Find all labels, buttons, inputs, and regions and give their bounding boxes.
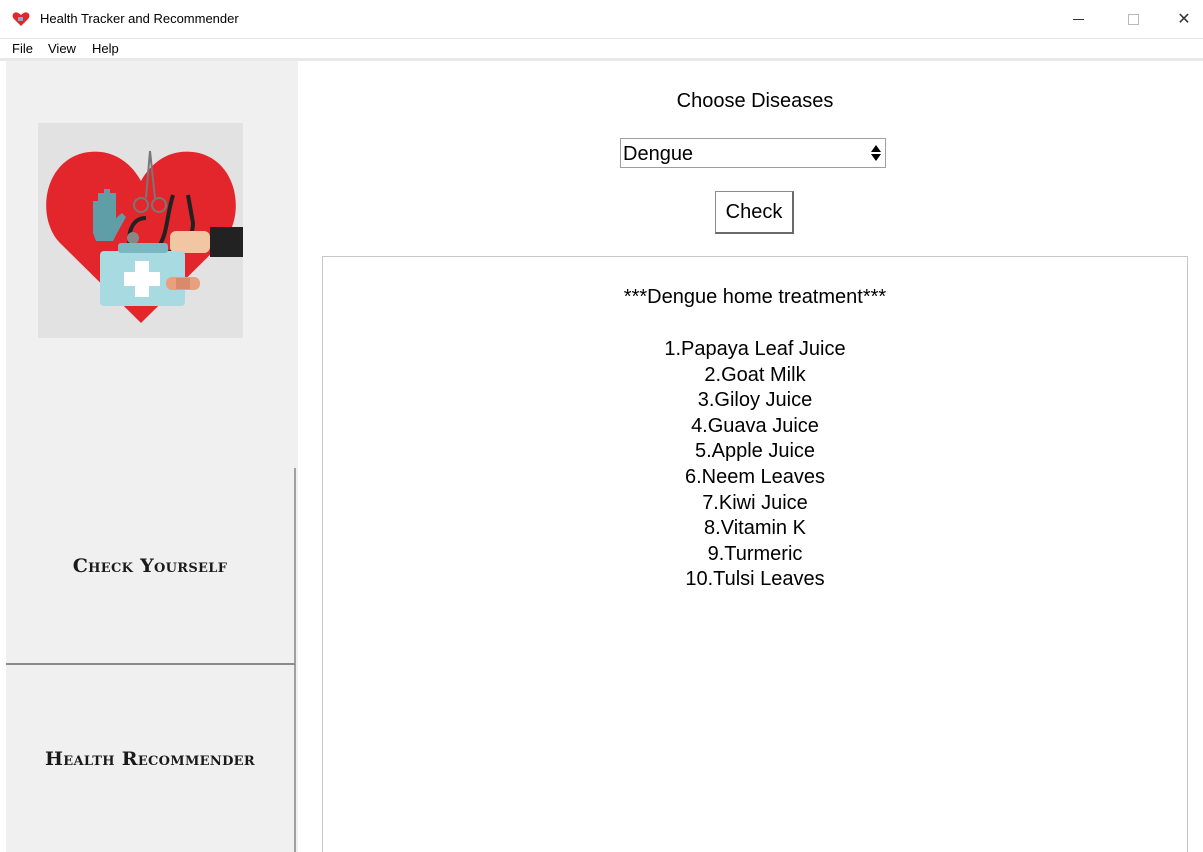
list-item: 1.Papaya Leaf Juice bbox=[664, 338, 846, 360]
menu-bar: File View Help bbox=[0, 38, 1203, 59]
result-panel: ***Dengue home treatment*** 1.Papaya Lea… bbox=[322, 256, 1188, 852]
menu-view[interactable]: View bbox=[48, 41, 76, 56]
app-logo bbox=[38, 123, 245, 338]
list-item: 4.Guava Juice bbox=[691, 414, 819, 437]
minimize-icon bbox=[1072, 18, 1084, 20]
menu-help[interactable]: Help bbox=[92, 41, 119, 56]
close-icon: ✕ bbox=[1177, 11, 1191, 28]
health-recommender-button[interactable]: Health Recommender bbox=[6, 665, 296, 852]
spin-arrows-icon[interactable] bbox=[869, 141, 883, 165]
choose-diseases-label: Choose Diseases bbox=[676, 90, 834, 112]
list-item: 6.Neem Leaves bbox=[684, 465, 826, 488]
list-item: 5.Apple Juice bbox=[694, 440, 816, 463]
menu-file[interactable]: File bbox=[12, 41, 33, 56]
window-title: Health Tracker and Recommender bbox=[40, 11, 239, 26]
disease-spinbox-value: Dengue bbox=[623, 143, 694, 165]
heart-app-icon bbox=[12, 12, 30, 26]
result-title: ***Dengue home treatment*** bbox=[623, 286, 887, 308]
treatment-list: 1.Papaya Leaf Juice 2.Goat Milk 3.Giloy … bbox=[323, 337, 1187, 593]
list-item: 10.Tulsi Leaves bbox=[685, 568, 825, 591]
disease-spinbox[interactable]: Dengue bbox=[620, 138, 886, 168]
list-item: 2.Goat Milk bbox=[704, 363, 806, 386]
maximize-icon bbox=[1127, 13, 1139, 25]
close-button[interactable]: ✕ bbox=[1164, 6, 1203, 32]
list-item: 3.Giloy Juice bbox=[697, 389, 813, 412]
list-item: 8.Vitamin K bbox=[704, 517, 806, 540]
title-bar: Health Tracker and Recommender ✕ bbox=[0, 0, 1203, 38]
list-item: 9.Turmeric bbox=[707, 542, 803, 565]
list-item: 7.Kiwi Juice bbox=[702, 491, 808, 514]
maximize-button[interactable] bbox=[1113, 6, 1153, 32]
minimize-button[interactable] bbox=[1058, 6, 1098, 32]
check-yourself-button[interactable]: Check Yourself bbox=[6, 468, 296, 665]
heart-medical-kit-icon bbox=[46, 150, 245, 323]
check-button[interactable]: Check bbox=[715, 191, 794, 234]
